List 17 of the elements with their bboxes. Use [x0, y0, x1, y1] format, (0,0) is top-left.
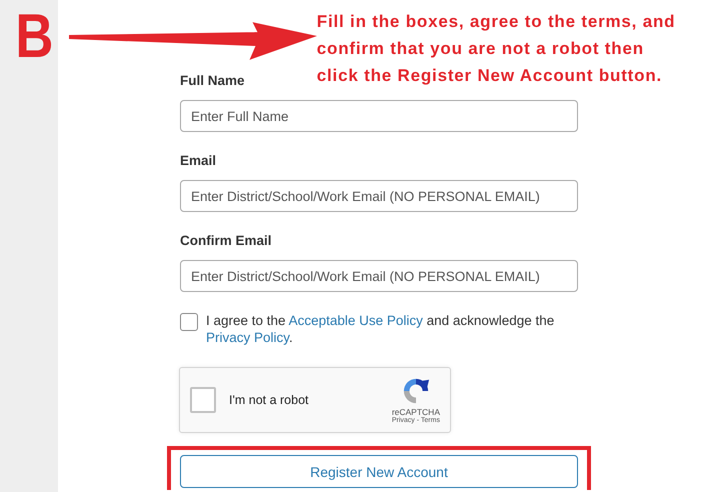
captcha-logo-icon [402, 376, 430, 404]
captcha-brand: reCAPTCHA [392, 406, 440, 416]
annotation-text: Fill in the boxes, agree to the terms, and confirm that you are not a robot then click the Register New Account button. [316, 11, 676, 87]
field-label: Email [180, 152, 216, 170]
text-field[interactable]: Enter District/School/Work Email (NO PERSONAL EMAIL) [180, 180, 578, 212]
register-button[interactable]: Register New Account [180, 455, 578, 488]
link[interactable]: Acceptable Use Policy [288, 313, 423, 328]
text-field[interactable]: Enter District/School/Work Email (NO PERSONAL EMAIL) [180, 260, 578, 292]
checkbox[interactable] [180, 313, 198, 331]
step-letter: B [15, 6, 54, 68]
field-label: Full Name [180, 72, 245, 90]
field-label: Confirm Email [180, 232, 272, 250]
agreement-text: I agree to the Acceptable Use Policy and acknowledge the Privacy Policy. [206, 312, 556, 346]
text-field[interactable]: Enter Full Name [180, 100, 578, 132]
captcha-label: I'm not a robot [229, 393, 310, 407]
link[interactable]: Privacy Policy [206, 330, 290, 345]
captcha-checkbox[interactable] [190, 387, 216, 413]
